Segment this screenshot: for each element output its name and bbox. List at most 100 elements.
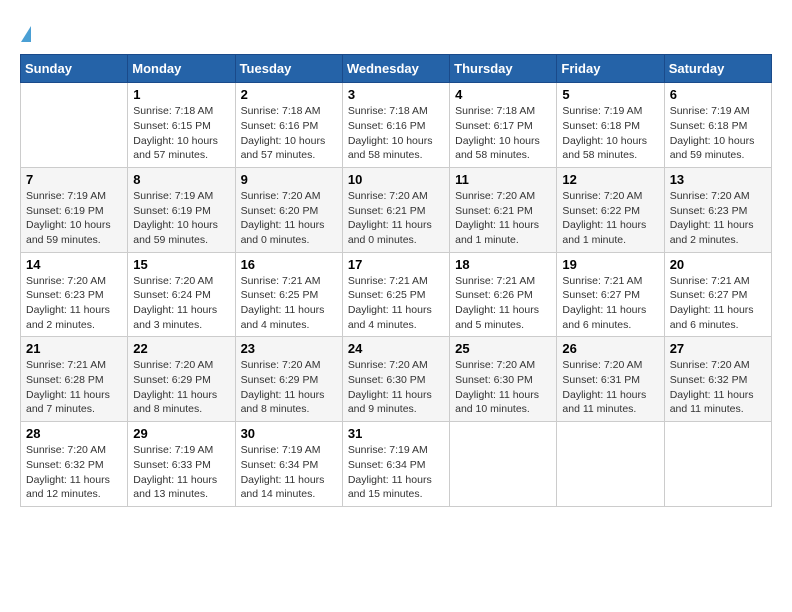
day-info: Sunrise: 7:20 AM Sunset: 6:20 PM Dayligh… [241,189,337,248]
calendar-cell: 9 Sunrise: 7:20 AM Sunset: 6:20 PM Daylig… [235,167,342,252]
calendar-cell: 3 Sunrise: 7:18 AM Sunset: 6:16 PM Daylig… [342,83,449,168]
calendar-cell: 4Sunrise: 7:18 AM Sunset: 6:17 PM Daylig… [450,83,557,168]
calendar-cell: 10 Sunrise: 7:20 AM Sunset: 6:21 PM Dayli… [342,167,449,252]
day-info: Sunrise: 7:20 AM Sunset: 6:32 PM Dayligh… [26,443,122,502]
day-info: Sunrise: 7:19 AM Sunset: 6:18 PM Dayligh… [670,104,766,163]
day-number: 14 [26,257,122,272]
day-info: Sunrise: 7:18 AM Sunset: 6:16 PM Dayligh… [348,104,444,163]
day-number: 9 [241,172,337,187]
day-number: 21 [26,341,122,356]
calendar-cell: 20Sunrise: 7:21 AM Sunset: 6:27 PM Dayli… [664,252,771,337]
calendar-cell: 30 Sunrise: 7:19 AM Sunset: 6:34 PM Dayli… [235,422,342,507]
calendar-cell: 26 Sunrise: 7:20 AM Sunset: 6:31 PM Dayli… [557,337,664,422]
calendar-cell: 8 Sunrise: 7:19 AM Sunset: 6:19 PM Daylig… [128,167,235,252]
calendar-cell: 11Sunrise: 7:20 AM Sunset: 6:21 PM Dayli… [450,167,557,252]
calendar-cell: 2 Sunrise: 7:18 AM Sunset: 6:16 PM Daylig… [235,83,342,168]
day-info: Sunrise: 7:19 AM Sunset: 6:34 PM Dayligh… [241,443,337,502]
calendar-cell: 16 Sunrise: 7:21 AM Sunset: 6:25 PM Dayli… [235,252,342,337]
day-number: 30 [241,426,337,441]
calendar-cell: 29 Sunrise: 7:19 AM Sunset: 6:33 PM Dayli… [128,422,235,507]
calendar-week-row: 7 Sunrise: 7:19 AM Sunset: 6:19 PM Daylig… [21,167,772,252]
day-number: 19 [562,257,658,272]
day-number: 5 [562,87,658,102]
calendar-header-tuesday: Tuesday [235,55,342,83]
calendar-cell [21,83,128,168]
calendar-cell: 27 Sunrise: 7:20 AM Sunset: 6:32 PM Dayli… [664,337,771,422]
day-number: 22 [133,341,229,356]
day-number: 29 [133,426,229,441]
day-info: Sunrise: 7:20 AM Sunset: 6:29 PM Dayligh… [241,358,337,417]
day-info: Sunrise: 7:20 AM Sunset: 6:22 PM Dayligh… [562,189,658,248]
calendar-cell: 31Sunrise: 7:19 AM Sunset: 6:34 PM Dayli… [342,422,449,507]
day-info: Sunrise: 7:21 AM Sunset: 6:28 PM Dayligh… [26,358,122,417]
day-number: 23 [241,341,337,356]
day-info: Sunrise: 7:19 AM Sunset: 6:19 PM Dayligh… [26,189,122,248]
calendar-cell: 18Sunrise: 7:21 AM Sunset: 6:26 PM Dayli… [450,252,557,337]
calendar-cell: 12 Sunrise: 7:20 AM Sunset: 6:22 PM Dayli… [557,167,664,252]
day-info: Sunrise: 7:20 AM Sunset: 6:21 PM Dayligh… [348,189,444,248]
calendar-cell: 22 Sunrise: 7:20 AM Sunset: 6:29 PM Dayli… [128,337,235,422]
calendar-header-friday: Friday [557,55,664,83]
day-info: Sunrise: 7:21 AM Sunset: 6:25 PM Dayligh… [241,274,337,333]
day-number: 27 [670,341,766,356]
calendar-cell: 23 Sunrise: 7:20 AM Sunset: 6:29 PM Dayli… [235,337,342,422]
day-number: 3 [348,87,444,102]
day-info: Sunrise: 7:18 AM Sunset: 6:16 PM Dayligh… [241,104,337,163]
calendar-header-wednesday: Wednesday [342,55,449,83]
calendar-week-row: 14 Sunrise: 7:20 AM Sunset: 6:23 PM Dayli… [21,252,772,337]
day-number: 26 [562,341,658,356]
calendar-header-monday: Monday [128,55,235,83]
day-info: Sunrise: 7:21 AM Sunset: 6:25 PM Dayligh… [348,274,444,333]
day-number: 13 [670,172,766,187]
day-info: Sunrise: 7:20 AM Sunset: 6:23 PM Dayligh… [670,189,766,248]
calendar-cell: 14 Sunrise: 7:20 AM Sunset: 6:23 PM Dayli… [21,252,128,337]
calendar-week-row: 28 Sunrise: 7:20 AM Sunset: 6:32 PM Dayli… [21,422,772,507]
day-number: 2 [241,87,337,102]
day-number: 28 [26,426,122,441]
calendar-cell [664,422,771,507]
calendar-cell [557,422,664,507]
day-number: 16 [241,257,337,272]
day-number: 12 [562,172,658,187]
day-number: 31 [348,426,444,441]
calendar-cell: 5 Sunrise: 7:19 AM Sunset: 6:18 PM Daylig… [557,83,664,168]
calendar-header-row: SundayMondayTuesdayWednesdayThursdayFrid… [21,55,772,83]
calendar-week-row: 21 Sunrise: 7:21 AM Sunset: 6:28 PM Dayli… [21,337,772,422]
day-number: 17 [348,257,444,272]
day-number: 24 [348,341,444,356]
day-info: Sunrise: 7:20 AM Sunset: 6:32 PM Dayligh… [670,358,766,417]
day-info: Sunrise: 7:20 AM Sunset: 6:30 PM Dayligh… [348,358,444,417]
calendar-week-row: 1Sunrise: 7:18 AM Sunset: 6:15 PM Daylig… [21,83,772,168]
calendar-cell [450,422,557,507]
calendar-cell: 17 Sunrise: 7:21 AM Sunset: 6:25 PM Dayli… [342,252,449,337]
day-number: 20 [670,257,766,272]
calendar-cell: 25Sunrise: 7:20 AM Sunset: 6:30 PM Dayli… [450,337,557,422]
day-number: 7 [26,172,122,187]
day-number: 4 [455,87,551,102]
day-number: 10 [348,172,444,187]
day-number: 25 [455,341,551,356]
logo [20,20,110,44]
day-info: Sunrise: 7:20 AM Sunset: 6:29 PM Dayligh… [133,358,229,417]
day-info: Sunrise: 7:20 AM Sunset: 6:31 PM Dayligh… [562,358,658,417]
day-number: 8 [133,172,229,187]
day-info: Sunrise: 7:20 AM Sunset: 6:23 PM Dayligh… [26,274,122,333]
logo-triangle-icon [21,26,31,42]
calendar-cell: 21 Sunrise: 7:21 AM Sunset: 6:28 PM Dayli… [21,337,128,422]
calendar-cell: 7 Sunrise: 7:19 AM Sunset: 6:19 PM Daylig… [21,167,128,252]
page-header [20,20,772,44]
calendar-cell: 19Sunrise: 7:21 AM Sunset: 6:27 PM Dayli… [557,252,664,337]
calendar-header-saturday: Saturday [664,55,771,83]
day-info: Sunrise: 7:21 AM Sunset: 6:26 PM Dayligh… [455,274,551,333]
calendar-header-sunday: Sunday [21,55,128,83]
calendar-cell: 15 Sunrise: 7:20 AM Sunset: 6:24 PM Dayli… [128,252,235,337]
day-number: 1 [133,87,229,102]
day-number: 15 [133,257,229,272]
day-info: Sunrise: 7:19 AM Sunset: 6:33 PM Dayligh… [133,443,229,502]
day-number: 11 [455,172,551,187]
day-info: Sunrise: 7:19 AM Sunset: 6:18 PM Dayligh… [562,104,658,163]
day-info: Sunrise: 7:19 AM Sunset: 6:19 PM Dayligh… [133,189,229,248]
calendar-table: SundayMondayTuesdayWednesdayThursdayFrid… [20,54,772,507]
day-number: 6 [670,87,766,102]
day-info: Sunrise: 7:20 AM Sunset: 6:24 PM Dayligh… [133,274,229,333]
